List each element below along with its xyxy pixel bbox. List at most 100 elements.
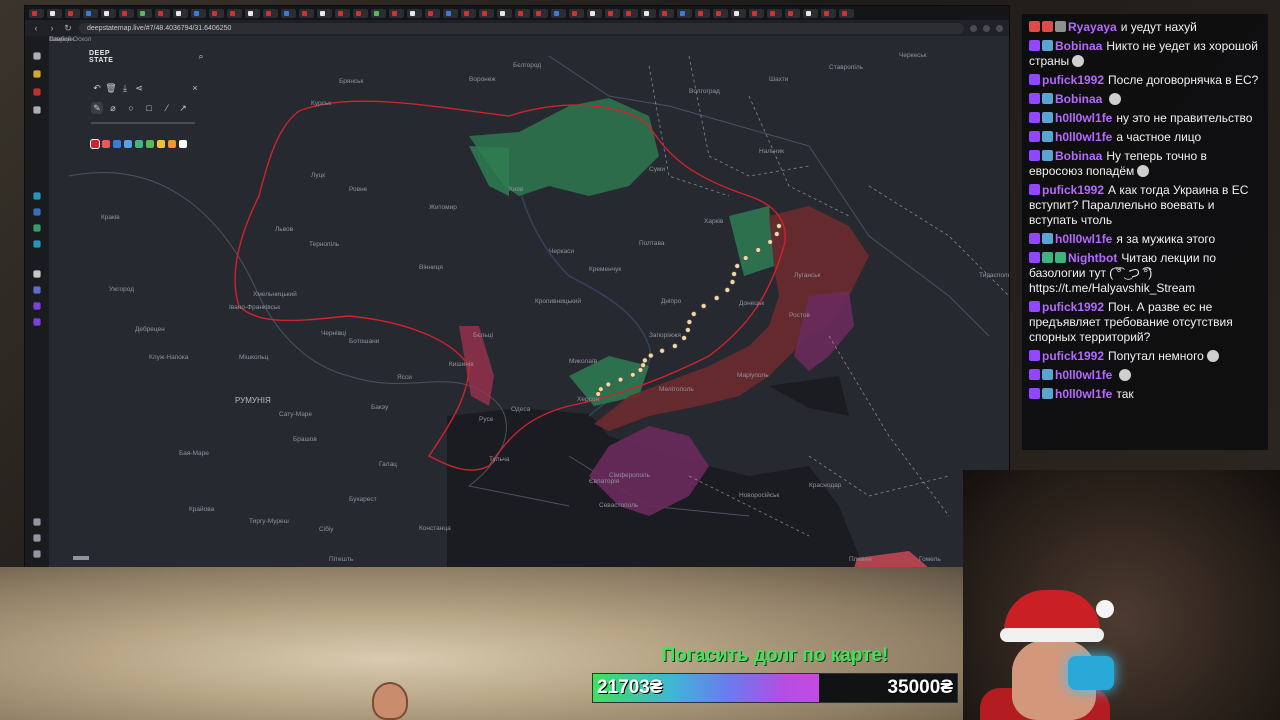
- circle-tool-icon[interactable]: ○: [125, 102, 137, 114]
- browser-tab[interactable]: [191, 8, 206, 18]
- browser-tab[interactable]: [227, 8, 242, 18]
- info-icon[interactable]: [33, 534, 41, 542]
- color-swatch[interactable]: [124, 140, 132, 148]
- browser-tab[interactable]: [29, 8, 44, 18]
- extension-icon[interactable]: [970, 24, 977, 32]
- url-input[interactable]: deepstatemap.live/#7/48.4036794/31.64062…: [79, 22, 964, 34]
- browser-tab[interactable]: [515, 8, 530, 18]
- deepstate-logo[interactable]: DEEP STATE: [89, 50, 113, 64]
- chat-username[interactable]: pufick1992: [1042, 183, 1104, 197]
- more-icon[interactable]: [33, 550, 41, 558]
- chat-username[interactable]: Bobinaa: [1055, 92, 1102, 106]
- browser-tab[interactable]: [137, 8, 152, 18]
- line-tool-icon[interactable]: ⁄: [161, 102, 173, 114]
- color-swatch[interactable]: [113, 140, 121, 148]
- discord-icon[interactable]: [33, 286, 41, 294]
- close-icon[interactable]: ×: [189, 82, 201, 94]
- browser-tab[interactable]: [533, 8, 548, 18]
- browser-tab[interactable]: [281, 8, 296, 18]
- browser-tab[interactable]: [83, 8, 98, 18]
- arrow-tool-icon[interactable]: ↗: [177, 102, 189, 114]
- browser-tab[interactable]: [245, 8, 260, 18]
- browser-tab[interactable]: [407, 8, 422, 18]
- square-tool-icon[interactable]: □: [143, 102, 155, 114]
- history-icon[interactable]: [33, 106, 41, 114]
- color-swatch[interactable]: [168, 140, 176, 148]
- browser-tab[interactable]: [479, 8, 494, 18]
- browser-tab[interactable]: [749, 8, 764, 18]
- browser-tab[interactable]: [209, 8, 224, 18]
- chat-username[interactable]: Bobinaa: [1055, 39, 1102, 53]
- menu-icon[interactable]: [33, 52, 41, 60]
- browser-tab[interactable]: [839, 8, 854, 18]
- color-swatch[interactable]: [157, 140, 165, 148]
- chat-username[interactable]: h0ll0wl1fe: [1055, 387, 1112, 401]
- browser-tab[interactable]: [785, 8, 800, 18]
- browser-tab[interactable]: [173, 8, 188, 18]
- browser-tab[interactable]: [353, 8, 368, 18]
- browser-tab[interactable]: [659, 8, 674, 18]
- delete-icon[interactable]: 🗑: [105, 82, 117, 94]
- browser-tab[interactable]: [443, 8, 458, 18]
- reload-icon[interactable]: ↻: [63, 23, 73, 34]
- browser-tab[interactable]: [623, 8, 638, 18]
- app-icon[interactable]: [33, 318, 41, 326]
- chat-username[interactable]: Nightbot: [1068, 251, 1117, 265]
- back-icon[interactable]: ‹: [31, 23, 41, 33]
- alert-icon[interactable]: [33, 88, 41, 96]
- browser-tab[interactable]: [569, 8, 584, 18]
- chat-username[interactable]: h0ll0wl1fe: [1055, 368, 1112, 382]
- color-swatch[interactable]: [135, 140, 143, 148]
- chat-username[interactable]: h0ll0wl1fe: [1055, 130, 1112, 144]
- chat-username[interactable]: pufick1992: [1042, 73, 1104, 87]
- deepstate-map[interactable]: Киев Житомир Ровне Луцк Львов Краків Тернопіль…: [49, 36, 1009, 568]
- browser-tab[interactable]: [677, 8, 692, 18]
- browser-tab[interactable]: [767, 8, 782, 18]
- browser-tab[interactable]: [425, 8, 440, 18]
- share-icon[interactable]: ⋖: [133, 82, 145, 94]
- browser-tab[interactable]: [389, 8, 404, 18]
- browser-tab[interactable]: [155, 8, 170, 18]
- browser-tab[interactable]: [497, 8, 512, 18]
- chat-username[interactable]: pufick1992: [1042, 300, 1104, 314]
- chat-username[interactable]: h0ll0wl1fe: [1055, 111, 1112, 125]
- color-swatch[interactable]: [102, 140, 110, 148]
- chat-username[interactable]: h0ll0wl1fe: [1055, 232, 1112, 246]
- extension-icon[interactable]: [983, 24, 990, 32]
- color-swatch[interactable]: [90, 139, 100, 149]
- browser-tab[interactable]: [65, 8, 80, 18]
- chat-username[interactable]: Ryayaya: [1068, 20, 1117, 34]
- browser-tab[interactable]: [695, 8, 710, 18]
- app-icon[interactable]: [33, 208, 41, 216]
- browser-tab[interactable]: [803, 8, 818, 18]
- app-icon[interactable]: [33, 302, 41, 310]
- search-icon[interactable]: ⌕: [195, 50, 207, 62]
- stroke-slider[interactable]: [91, 122, 195, 124]
- settings-icon[interactable]: [33, 518, 41, 526]
- telegram-icon[interactable]: [33, 240, 41, 248]
- profile-icon[interactable]: [996, 24, 1003, 32]
- whatsapp-icon[interactable]: [33, 224, 41, 232]
- browser-tab[interactable]: [263, 8, 278, 18]
- browser-tab[interactable]: [119, 8, 134, 18]
- forward-icon[interactable]: ›: [47, 23, 57, 33]
- select-tool-icon[interactable]: ✎: [91, 102, 103, 114]
- browser-tab[interactable]: [641, 8, 656, 18]
- browser-tab[interactable]: [731, 8, 746, 18]
- browser-tab[interactable]: [713, 8, 728, 18]
- download-icon[interactable]: ⤓: [119, 82, 131, 94]
- browser-tab[interactable]: [587, 8, 602, 18]
- ukraine-flag-icon[interactable]: [33, 70, 41, 78]
- chat-username[interactable]: pufick1992: [1042, 349, 1104, 363]
- browser-tab[interactable]: [317, 8, 332, 18]
- app-icon[interactable]: [33, 192, 41, 200]
- browser-tab[interactable]: [335, 8, 350, 18]
- undo-icon[interactable]: ↶: [91, 82, 103, 94]
- browser-tab[interactable]: [371, 8, 386, 18]
- x-icon[interactable]: [33, 270, 41, 278]
- browser-tab[interactable]: [821, 8, 836, 18]
- browser-tab[interactable]: [605, 8, 620, 18]
- color-swatch[interactable]: [179, 140, 187, 148]
- browser-tab[interactable]: [47, 8, 62, 18]
- browser-tab[interactable]: [299, 8, 314, 18]
